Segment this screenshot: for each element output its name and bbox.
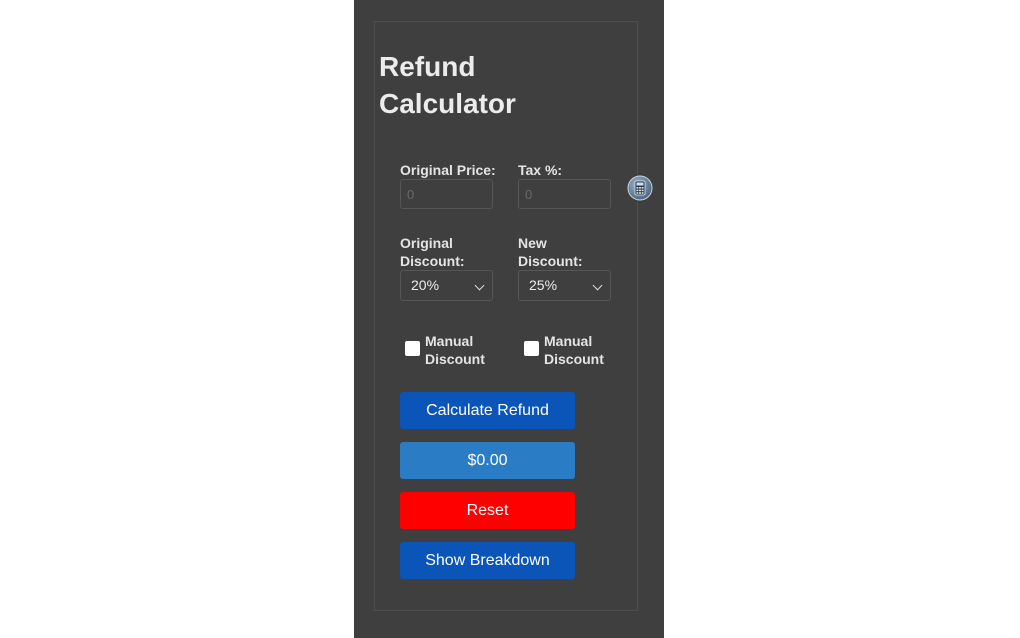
page-title: Refund Calculator xyxy=(379,51,516,119)
manual-discount-left-checkbox[interactable] xyxy=(405,341,420,356)
original-discount-select[interactable]: 20% xyxy=(400,270,493,301)
calculator-panel: Refund Calculator Original Price: Tax %:… xyxy=(354,0,664,638)
chevron-down-icon xyxy=(474,280,485,291)
original-price-input[interactable] xyxy=(400,179,493,209)
tax-input[interactable] xyxy=(518,179,611,209)
calculator-icon[interactable] xyxy=(627,175,653,201)
manual-discount-right-checkbox[interactable] xyxy=(524,341,539,356)
manual-discount-right-label: Manual Discount xyxy=(544,333,604,367)
original-price-label: Original Price: xyxy=(400,162,496,178)
manual-discount-right[interactable]: Manual Discount xyxy=(524,332,624,368)
new-discount-select[interactable]: 25% xyxy=(518,270,611,301)
chevron-down-icon xyxy=(592,280,603,291)
original-discount-value: 20% xyxy=(411,277,440,293)
tax-label: Tax %: xyxy=(518,162,563,178)
reset-button[interactable]: Reset xyxy=(400,492,575,529)
new-discount-label: New Discount: xyxy=(518,235,583,269)
new-discount-value: 25% xyxy=(529,277,558,293)
calculate-refund-button[interactable]: Calculate Refund xyxy=(400,392,575,429)
original-discount-label: Original Discount: xyxy=(400,235,465,269)
manual-discount-left[interactable]: Manual Discount xyxy=(405,332,505,368)
refund-result-display[interactable]: $0.00 xyxy=(400,442,575,479)
manual-discount-left-label: Manual Discount xyxy=(425,333,485,367)
show-breakdown-button[interactable]: Show Breakdown xyxy=(400,542,575,579)
